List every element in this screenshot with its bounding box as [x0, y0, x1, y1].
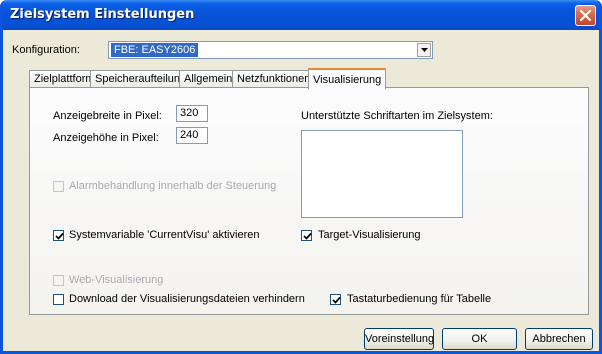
target-visu-label: Target-Visualisierung: [318, 229, 421, 241]
download-checkbox[interactable]: [53, 294, 64, 305]
cancel-button[interactable]: Abbrechen: [525, 328, 593, 350]
fonts-label: Unterstützte Schriftarten im Zielsystem:: [301, 110, 493, 122]
tab-netzfunktionen[interactable]: Netzfunktionen: [232, 70, 310, 87]
title-bar[interactable]: Zielsystem Einstellungen: [3, 0, 599, 30]
tab-allgemein[interactable]: Allgemein: [179, 70, 233, 87]
alarm-label: Alarmbehandlung innerhalb der Steuerung: [69, 180, 277, 192]
alarm-checkbox[interactable]: [53, 181, 64, 192]
tab-zielplattform[interactable]: Zielplattform: [29, 70, 95, 87]
height-label: Anzeigehöhe in Pixel:: [53, 132, 159, 144]
config-select[interactable]: FBE: EASY2606: [108, 41, 433, 59]
ok-button[interactable]: OK: [442, 328, 517, 350]
close-button[interactable]: [575, 5, 596, 26]
web-visu-checkbox[interactable]: [53, 275, 64, 286]
default-button[interactable]: Voreinstellung: [364, 328, 434, 350]
fonts-listbox[interactable]: [301, 130, 463, 218]
width-input[interactable]: 320: [176, 105, 208, 122]
dialog-window: Zielsystem Einstellungen Konfiguration: …: [0, 0, 602, 354]
download-label: Download der Visualisierungsdateien verh…: [69, 293, 305, 305]
config-select-value: FBE: EASY2606: [111, 43, 199, 57]
tab-visualisierung[interactable]: Visualisierung: [308, 68, 386, 89]
width-label: Anzeigebreite in Pixel:: [53, 110, 162, 122]
keyboard-label: Tastaturbedienung für Tabelle: [347, 293, 492, 305]
web-visu-label: Web-Visualisierung: [69, 274, 164, 286]
keyboard-checkbox[interactable]: [330, 294, 341, 305]
current-visu-checkbox[interactable]: [53, 230, 64, 241]
target-visu-checkbox[interactable]: [301, 230, 312, 241]
config-label: Konfiguration:: [12, 44, 80, 56]
config-dropdown-button[interactable]: [417, 43, 431, 57]
window-title: Zielsystem Einstellungen: [10, 7, 195, 22]
height-input[interactable]: 240: [176, 127, 208, 144]
current-visu-label: Systemvariable 'CurrentVisu' aktivieren: [69, 229, 260, 241]
tab-speicheraufteilung[interactable]: Speicheraufteilung: [90, 70, 186, 87]
